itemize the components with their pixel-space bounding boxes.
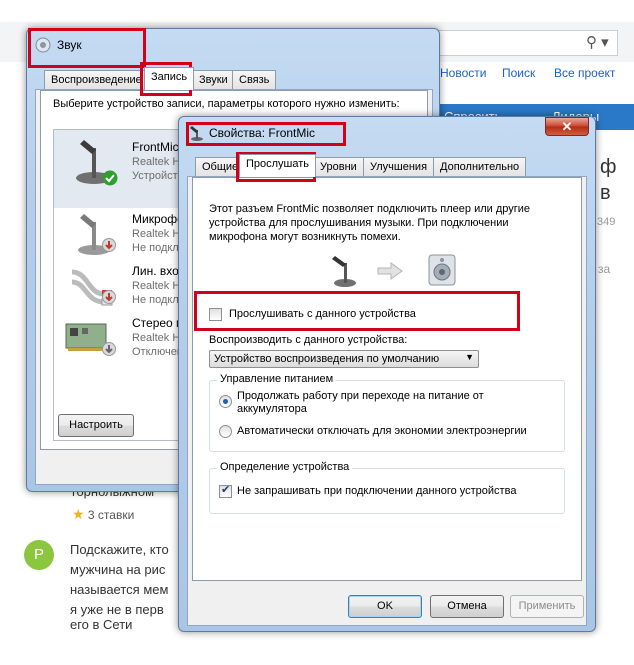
description-text: Этот разъем FrontMic позволяет подключит… bbox=[209, 203, 531, 243]
window-title: Свойства: FrontMic bbox=[209, 126, 316, 140]
chevron-down-icon: ▼ bbox=[465, 352, 474, 362]
device-name: FrontMic bbox=[132, 140, 179, 154]
comment-line: мужчина на рис bbox=[70, 562, 166, 577]
detect-group-title: Определение устройства bbox=[217, 461, 353, 473]
tab-levels[interactable]: Уровни bbox=[313, 157, 364, 177]
instructions-text: Выберите устройство записи, параметры ко… bbox=[53, 98, 400, 110]
disabled-arrow-icon bbox=[102, 342, 116, 359]
comment-line: я уже не в перв bbox=[70, 602, 164, 617]
tab-recording[interactable]: Запись bbox=[144, 67, 195, 90]
speaker-icon bbox=[427, 254, 457, 289]
configure-button[interactable]: Настроить bbox=[58, 414, 134, 437]
bg-text-fragment: за bbox=[598, 262, 611, 276]
ok-button[interactable]: OK bbox=[348, 595, 422, 618]
device-status: Отключен bbox=[132, 346, 183, 358]
disconnected-arrow-icon bbox=[102, 238, 116, 255]
window-title: Звук bbox=[57, 38, 82, 52]
radio-auto-disable-label[interactable]: Автоматически отключать для экономии эле… bbox=[237, 425, 527, 437]
device-name: Микрофо bbox=[132, 212, 184, 226]
comment-line: его в Сети bbox=[70, 617, 133, 632]
listen-panel: Этот разъем FrontMic позволяет подключит… bbox=[192, 177, 582, 581]
speaker-icon bbox=[35, 37, 51, 53]
microphone-icon bbox=[189, 125, 205, 144]
cancel-button[interactable]: Отмена bbox=[430, 595, 504, 618]
listen-checkbox[interactable] bbox=[209, 308, 222, 321]
comment-line: называется мем bbox=[70, 582, 169, 597]
power-group-title: Управление питанием bbox=[217, 373, 337, 385]
arrow-right-icon bbox=[377, 262, 403, 283]
nav-link-all-projects[interactable]: Все проект bbox=[554, 66, 615, 80]
apply-button[interactable]: Применить bbox=[510, 595, 584, 618]
device-driver: Realtek Hi bbox=[132, 228, 183, 240]
radio-continue-on-battery[interactable] bbox=[219, 395, 232, 408]
tab-sounds[interactable]: Звуки bbox=[192, 70, 235, 90]
playback-label: Воспроизводить с данного устройства: bbox=[209, 334, 408, 346]
device-driver: Realtek Hi bbox=[132, 332, 183, 344]
tab-communications[interactable]: Связь bbox=[232, 70, 277, 90]
search-icon[interactable]: ⚲ ▾ bbox=[586, 33, 609, 51]
rating-count: 3 ставки bbox=[87, 508, 135, 522]
tab-enhancements[interactable]: Улучшения bbox=[363, 157, 435, 177]
tab-general[interactable]: Общие bbox=[195, 157, 246, 177]
nav-link-news[interactable]: Новости bbox=[440, 66, 486, 80]
listen-checkbox-label[interactable]: Прослушивать с данного устройства bbox=[229, 308, 416, 320]
window-client: Этот разъем FrontMic позволяет подключит… bbox=[187, 176, 587, 626]
radio-auto-disable[interactable] bbox=[219, 425, 232, 438]
disconnected-arrow-icon bbox=[102, 290, 116, 307]
bg-text-fragment: 349 bbox=[597, 216, 616, 228]
rating: ★ 3 ставки bbox=[72, 506, 134, 523]
nav-link-search[interactable]: Поиск bbox=[502, 66, 535, 80]
dont-ask-checkbox-label[interactable]: Не запрашивать при подключении данного у… bbox=[237, 485, 516, 497]
device-driver: Realtek Hi bbox=[132, 156, 183, 168]
bg-text-fragment: в bbox=[600, 182, 611, 204]
tab-playback[interactable]: Воспроизведение bbox=[44, 70, 149, 90]
close-icon: ✕ bbox=[561, 119, 573, 134]
avatar: P bbox=[24, 540, 54, 570]
properties-window: Свойства: FrontMic ✕ Общие Прослушать Ур… bbox=[178, 116, 596, 632]
radio-continue-label[interactable]: Продолжать работу при переходе на питани… bbox=[237, 390, 537, 416]
microphone-icon bbox=[329, 254, 361, 291]
device-driver: Realtek Hi bbox=[132, 280, 183, 292]
tab-listen[interactable]: Прослушать bbox=[239, 154, 317, 177]
comment-line: Подскажите, кто bbox=[70, 542, 169, 557]
playback-device-select[interactable]: Устройство воспроизведения по умолчанию … bbox=[209, 350, 479, 368]
close-button[interactable]: ✕ bbox=[545, 117, 589, 136]
tab-advanced[interactable]: Дополнительно bbox=[433, 157, 527, 177]
dont-ask-checkbox[interactable] bbox=[219, 483, 232, 498]
bg-text-fragment: ф bbox=[600, 156, 617, 178]
playback-select-value: Устройство воспроизведения по умолчанию bbox=[214, 353, 440, 365]
star-icon: ★ bbox=[72, 506, 85, 522]
default-check-icon bbox=[102, 170, 118, 189]
